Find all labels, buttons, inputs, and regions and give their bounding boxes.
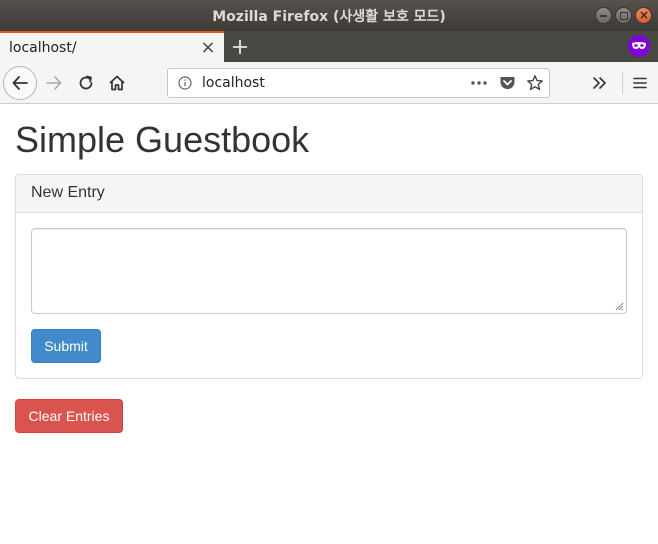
- window-titlebar: Mozilla Firefox (사생활 보호 모드): [0, 0, 658, 31]
- pocket-icon[interactable]: [493, 75, 521, 91]
- maximize-button[interactable]: [615, 7, 632, 24]
- url-bar[interactable]: localhost: [167, 68, 550, 98]
- url-text[interactable]: localhost: [202, 75, 465, 91]
- tab-localhost[interactable]: localhost/ ×: [0, 31, 224, 62]
- bookmark-star-icon[interactable]: [521, 74, 549, 92]
- private-browsing-icon: [628, 35, 650, 57]
- home-icon: [109, 75, 125, 91]
- navigation-toolbar: localhost: [0, 62, 658, 104]
- page-title: Simple Guestbook: [15, 119, 310, 160]
- home-button[interactable]: [101, 67, 133, 99]
- info-icon[interactable]: [172, 76, 198, 90]
- tab-title: localhost/: [9, 39, 77, 56]
- hamburger-menu-icon: [633, 77, 647, 89]
- window-controls: [595, 7, 652, 24]
- window-title: Mozilla Firefox (사생활 보호 모드): [212, 8, 446, 25]
- back-button[interactable]: [3, 66, 37, 100]
- new-entry-panel: New Entry Submit: [15, 174, 643, 379]
- reload-icon: [79, 75, 93, 90]
- page-actions-icon[interactable]: [465, 80, 493, 86]
- forward-icon: [46, 76, 62, 90]
- resize-grip-icon[interactable]: [615, 302, 624, 311]
- page-content: Simple Guestbook New Entry Submit Clear …: [0, 105, 658, 544]
- tab-close-icon[interactable]: ×: [200, 38, 216, 56]
- close-window-button[interactable]: [635, 7, 652, 24]
- entry-textarea[interactable]: [31, 228, 627, 314]
- forward-button[interactable]: [38, 67, 70, 99]
- new-tab-button[interactable]: [224, 31, 256, 62]
- plus-icon: [233, 39, 247, 54]
- panel-heading: New Entry: [16, 175, 642, 213]
- menu-button[interactable]: [624, 67, 656, 99]
- overflow-button[interactable]: [584, 67, 616, 99]
- toolbar-separator: [622, 72, 623, 94]
- back-icon: [12, 76, 28, 90]
- submit-button[interactable]: Submit: [31, 329, 101, 363]
- overflow-icon: [593, 77, 606, 89]
- tab-bar: localhost/ ×: [0, 31, 658, 62]
- reload-button[interactable]: [70, 67, 102, 99]
- minimize-button[interactable]: [595, 7, 612, 24]
- clear-entries-button[interactable]: Clear Entries: [15, 399, 123, 433]
